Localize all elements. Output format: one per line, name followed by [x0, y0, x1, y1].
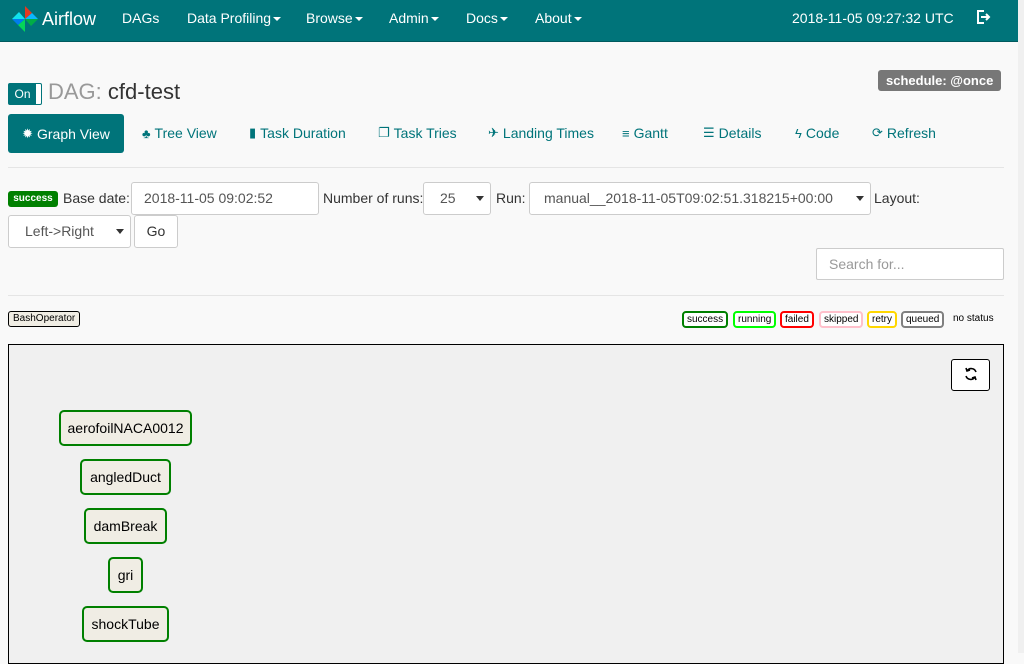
plane-icon: ✈: [488, 125, 499, 140]
caret-down-icon: [273, 17, 282, 22]
brand[interactable]: Airflow: [10, 4, 96, 34]
tab-landing-times[interactable]: ✈ Landing Times: [488, 125, 594, 141]
go-button[interactable]: Go: [134, 215, 178, 248]
chevron-down-icon: [116, 229, 124, 234]
page-title: DAG: cfd-test: [48, 79, 180, 105]
flash-icon: ϟ: [795, 125, 802, 141]
tab-code[interactable]: ϟ Code: [795, 125, 839, 141]
brand-name: Airflow: [42, 8, 97, 29]
nav-admin[interactable]: Admin: [389, 10, 439, 26]
chevron-down-icon: [476, 196, 484, 201]
base-date-input[interactable]: 2018-11-05 09:02:52: [131, 182, 319, 215]
tab-graph-view[interactable]: ✹ Graph View: [8, 114, 124, 153]
legend-failed[interactable]: failed: [780, 311, 814, 328]
tab-gantt[interactable]: ≡ Gantt: [622, 125, 668, 141]
schedule-badge: schedule: @once: [878, 70, 1002, 91]
task-node[interactable]: aerofoilNACA0012: [59, 410, 192, 446]
divider: [8, 295, 1004, 296]
dag-pause-toggle[interactable]: On: [8, 83, 42, 105]
legend-retry[interactable]: retry: [867, 311, 897, 328]
chevron-down-icon: [856, 196, 864, 201]
nav-about[interactable]: About: [535, 10, 582, 26]
legend-queued[interactable]: queued: [901, 311, 945, 328]
nav-data-profiling[interactable]: Data Profiling: [187, 10, 282, 26]
caret-down-icon: [499, 17, 508, 22]
dag-title-name: cfd-test: [107, 79, 181, 104]
legend-success[interactable]: success: [682, 311, 729, 328]
airflow-pinwheel-logo: [10, 4, 40, 34]
base-date-label: Base date:: [63, 190, 130, 206]
list-icon: ☰: [703, 125, 715, 140]
run-select[interactable]: manual__2018-11-05T09:02:51.318215+00:00: [529, 182, 871, 215]
tab-details[interactable]: ☰ Details: [703, 125, 761, 141]
tab-refresh[interactable]: ⟳ Refresh: [872, 125, 936, 141]
graph-refresh-button[interactable]: [951, 359, 990, 391]
legend-skipped[interactable]: skipped: [819, 311, 864, 328]
layout-label: Layout:: [874, 190, 920, 206]
sign-out-icon[interactable]: [975, 9, 991, 25]
task-node[interactable]: shockTube: [82, 606, 169, 642]
layout-select[interactable]: Left->Right: [8, 215, 131, 248]
dag-state-badge: success: [8, 191, 58, 207]
duplicate-icon: ❐: [378, 125, 390, 140]
tab-task-tries[interactable]: ❐ Task Tries: [378, 125, 457, 141]
refresh-icon: ⟳: [872, 125, 883, 140]
divider: [8, 167, 1004, 168]
task-node[interactable]: damBreak: [84, 508, 167, 544]
stats-icon: ▮: [249, 125, 257, 140]
asterisk-icon: ✹: [22, 125, 33, 141]
refresh-icon: [964, 367, 978, 384]
task-node[interactable]: gri: [108, 557, 143, 593]
operator-legend-bashoperator[interactable]: BashOperator: [8, 311, 81, 327]
caret-down-icon: [430, 17, 439, 22]
nav-browse[interactable]: Browse: [306, 10, 363, 26]
nav-docs[interactable]: Docs: [466, 10, 508, 26]
nav-dags[interactable]: DAGs: [122, 10, 159, 26]
tab-task-duration[interactable]: ▮ Task Duration: [249, 125, 346, 141]
dag-title-prefix: DAG:: [48, 79, 102, 104]
caret-down-icon: [354, 17, 363, 22]
caret-down-icon: [573, 17, 582, 22]
search-input[interactable]: Search for...: [816, 248, 1004, 280]
legend-no-status: no status: [953, 313, 994, 324]
run-label: Run:: [496, 190, 526, 206]
align-left-icon: ≡: [622, 125, 630, 141]
tab-tree-view[interactable]: ♣ Tree View: [142, 125, 217, 141]
task-node[interactable]: angledDuct: [80, 459, 171, 495]
window-scrollbar[interactable]: [1018, 0, 1024, 653]
toggle-on-label: On: [9, 84, 36, 104]
dag-graph-canvas[interactable]: aerofoilNACA0012 angledDuct damBreak gri…: [8, 344, 1004, 664]
num-runs-label: Number of runs:: [323, 190, 424, 206]
num-runs-select[interactable]: 25: [423, 182, 491, 215]
utc-clock: 2018-11-05 09:27:32 UTC: [792, 10, 954, 26]
top-navbar: Airflow DAGs Data Profiling Browse Admin…: [0, 0, 1018, 42]
tree-icon: ♣: [142, 125, 151, 141]
legend-running[interactable]: running: [733, 311, 777, 328]
